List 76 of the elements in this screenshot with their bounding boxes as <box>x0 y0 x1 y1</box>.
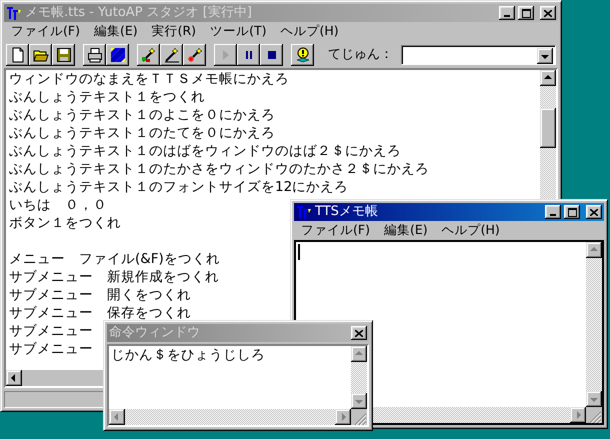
close-button[interactable] <box>351 326 367 340</box>
code-line: ぶんしょうテキスト１のよこを０にかえろ <box>8 106 275 124</box>
code-line: サブメニュー 新規作成をつくれ <box>8 268 219 286</box>
document-icon <box>10 46 26 62</box>
window-title: 命令ウィンドウ <box>109 325 201 341</box>
scroll-right-button[interactable] <box>570 407 586 423</box>
close-icon <box>544 10 552 16</box>
diagonal-block-icon <box>110 46 126 62</box>
menu-item[interactable]: ヘルプ(H) <box>434 221 507 240</box>
maximize-button[interactable] <box>518 6 534 20</box>
code-line: いちは ０，０ <box>8 196 107 214</box>
vertical-scrollbar[interactable] <box>586 242 602 407</box>
scroll-left-button[interactable] <box>6 370 22 386</box>
menu-item[interactable]: ファイル(F) <box>294 221 377 240</box>
menu-item[interactable]: 実行(R) <box>144 22 204 41</box>
code-line: サブメニュー 開くをつくれ <box>8 286 191 304</box>
window-title: メモ帳.tts - YutoAP スタジオ [実行中] <box>25 5 253 21</box>
command-text: じかん＄をひょうじしろ <box>110 346 266 364</box>
close-button[interactable] <box>586 205 602 219</box>
minimize-button[interactable] <box>499 6 515 20</box>
code-line: ぶんしょうテキスト１をつくれ <box>8 88 205 106</box>
app-icon <box>6 5 22 21</box>
scroll-up-button[interactable] <box>586 242 602 258</box>
lightbulb-icon <box>294 46 310 62</box>
open-button[interactable] <box>29 44 52 66</box>
window-title: TTSメモ帳 <box>315 204 379 220</box>
hint-button[interactable] <box>291 44 314 66</box>
printer-icon <box>86 46 102 62</box>
scroll-down-button[interactable] <box>351 393 367 409</box>
code-line: ぶんしょうテキスト１のたてを０にかえろ <box>8 124 275 142</box>
close-icon <box>355 330 363 336</box>
menu-item[interactable]: 編集(E) <box>376 221 435 240</box>
scroll-down-button[interactable] <box>586 391 602 407</box>
minimize-button[interactable] <box>545 205 561 219</box>
vertical-scrollbar[interactable] <box>351 346 367 409</box>
new-file-button[interactable] <box>6 44 29 66</box>
code-line: ウィンドウのなまえをＴＴＳメモ帳にかえろ <box>8 70 289 88</box>
save-button[interactable] <box>52 44 75 66</box>
code-line: メニュー ファイル(&F)をつくれ <box>8 250 220 268</box>
maximize-icon <box>522 8 530 18</box>
stop-button[interactable] <box>260 44 283 66</box>
scroll-up-button[interactable] <box>351 346 367 362</box>
scrollbar-thumb[interactable] <box>540 108 556 148</box>
app-icon <box>296 204 312 220</box>
horizontal-scrollbar[interactable] <box>109 409 351 425</box>
print-button[interactable] <box>83 44 106 66</box>
wand-button[interactable] <box>160 44 183 66</box>
scroll-left-button[interactable] <box>109 409 125 425</box>
procedure-label: てじゅん： <box>328 46 393 64</box>
scroll-up-button[interactable] <box>540 70 556 86</box>
code-line: ぶんしょうテキスト１のはばをウィンドウのはば２＄にかえろ <box>8 142 401 160</box>
wand-icon <box>186 46 202 62</box>
dropdown-button[interactable] <box>537 48 553 64</box>
text-caret <box>298 244 300 260</box>
maximize-icon <box>568 208 576 216</box>
close-icon <box>590 208 598 216</box>
scroll-right-button[interactable] <box>335 409 351 425</box>
block-button[interactable] <box>106 44 129 66</box>
pause-button[interactable] <box>237 44 260 66</box>
wand-button[interactable] <box>183 44 206 66</box>
menu-item[interactable]: ファイル(F) <box>4 22 87 41</box>
code-line: ぶんしょうテキスト１のたかさをウィンドウのたかさ２＄にかえろ <box>8 160 429 178</box>
wand-icon <box>164 46 180 62</box>
wand-button[interactable] <box>137 44 160 66</box>
code-line: サブメニュー <box>8 340 93 358</box>
maximize-button[interactable] <box>564 205 580 219</box>
code-line: ぶんしょうテキスト１のフォントサイズを12にかえろ <box>8 178 348 196</box>
wand-icon <box>140 46 156 62</box>
menu-item[interactable]: ヘルプ(H) <box>273 22 346 41</box>
code-line: サブメニュー <box>8 322 93 340</box>
procedure-combobox[interactable] <box>401 44 556 64</box>
menu-item[interactable]: ツール(T) <box>203 22 274 41</box>
menu-item[interactable]: 編集(E) <box>86 22 145 41</box>
code-line: ボタン１をつくれ <box>8 214 121 232</box>
code-line: サブメニュー 保存をつくれ <box>8 304 191 322</box>
close-button[interactable] <box>540 6 556 20</box>
